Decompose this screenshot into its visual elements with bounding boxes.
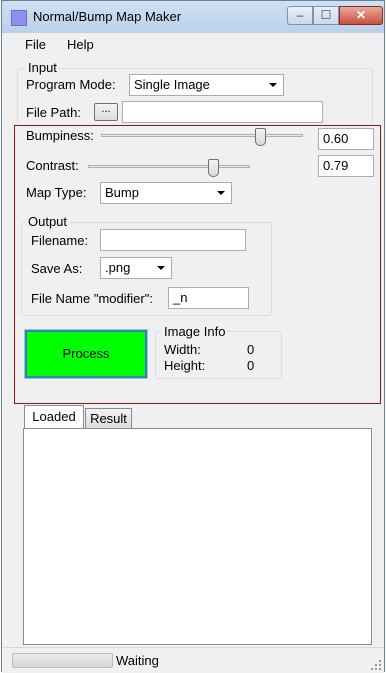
status-text: Waiting (116, 653, 159, 668)
chevron-down-icon (217, 191, 225, 195)
browse-button[interactable]: ... (94, 103, 118, 121)
height-value: 0 (247, 358, 255, 373)
contrast-field[interactable]: 0.79 (318, 155, 374, 177)
program-mode-value: Single Image (134, 77, 210, 92)
menu-file[interactable]: File (25, 37, 46, 52)
save-as-label: Save As: (31, 261, 83, 276)
height-label: Height: (164, 358, 206, 373)
contrast-slider-track (88, 165, 250, 168)
modifier-field[interactable]: _n (168, 287, 249, 309)
image-info-group-label: Image Info (162, 324, 228, 339)
contrast-label: Contrast: (26, 158, 79, 173)
app-icon (11, 10, 27, 26)
file-path-field[interactable] (122, 101, 323, 123)
tab-result[interactable]: Result (85, 408, 132, 428)
program-mode-select[interactable]: Single Image (129, 74, 284, 96)
output-group-label: Output (26, 214, 70, 229)
bumpiness-label: Bumpiness: (26, 128, 94, 143)
bumpiness-slider-thumb[interactable] (255, 128, 266, 146)
save-as-value: .png (105, 260, 131, 275)
chevron-down-icon (269, 83, 277, 87)
menu-help[interactable]: Help (67, 37, 94, 52)
program-mode-label: Program Mode: (26, 77, 116, 92)
map-type-value: Bump (105, 185, 139, 200)
maximize-button[interactable]: ☐ (313, 6, 339, 25)
file-path-label: File Path: (26, 105, 81, 120)
resize-grip-icon[interactable] (371, 660, 381, 670)
process-button[interactable]: Process (24, 329, 148, 379)
title-bar[interactable]: Normal/Bump Map Maker ‒ ☐ ✕ (2, 1, 384, 34)
chevron-down-icon (157, 266, 165, 270)
window-title: Normal/Bump Map Maker (33, 9, 182, 24)
save-as-select[interactable]: .png (100, 257, 172, 279)
minimize-button[interactable]: ‒ (287, 6, 313, 25)
modifier-label: File Name "modifier": (31, 291, 153, 306)
tab-content-panel (23, 428, 372, 645)
width-label: Width: (164, 342, 201, 357)
bumpiness-field[interactable]: 0.60 (318, 128, 374, 150)
close-button[interactable]: ✕ (339, 6, 383, 25)
width-value: 0 (247, 342, 255, 357)
progress-bar (12, 653, 113, 668)
map-type-select[interactable]: Bump (100, 182, 232, 204)
filename-label: Filename: (31, 233, 89, 248)
tab-loaded[interactable]: Loaded (24, 405, 84, 429)
menu-bar: File Help (2, 33, 384, 55)
input-group-label: Input (26, 60, 59, 75)
status-bar: Waiting (2, 647, 384, 673)
map-type-label: Map Type: (26, 185, 87, 200)
contrast-slider-thumb[interactable] (208, 159, 219, 177)
filename-field[interactable] (100, 229, 246, 251)
app-window: Normal/Bump Map Maker ‒ ☐ ✕ File Help In… (1, 0, 385, 673)
bumpiness-slider-track (101, 134, 303, 137)
